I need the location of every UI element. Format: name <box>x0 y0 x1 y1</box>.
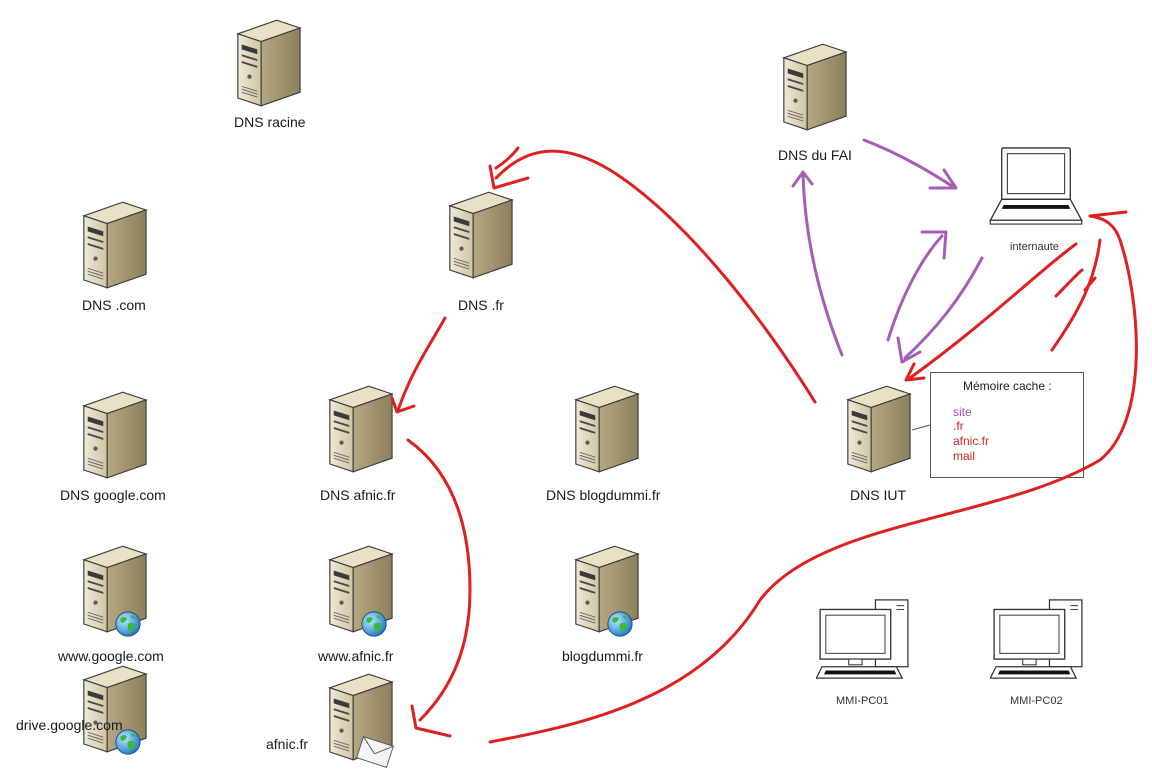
red-arrow-fr-to-afnic <box>396 316 447 412</box>
mmi-pc02-label: MMI-PC02 <box>1010 695 1063 707</box>
dns-iut-server-icon <box>842 384 912 474</box>
dns-iut-label: DNS IUT <box>850 487 906 503</box>
globe-icon <box>606 610 634 638</box>
dns-blogdummi-server-icon <box>570 384 640 474</box>
cache-item: .fr <box>953 419 964 433</box>
internaute-label: internaute <box>1010 241 1059 253</box>
globe-icon <box>114 610 142 638</box>
purple-arrow-iut-to-fai <box>801 173 844 357</box>
desktop-computer-icon <box>990 598 1086 682</box>
cache-title: Mémoire cache : <box>963 379 1052 393</box>
dns-fr-label: DNS .fr <box>458 297 504 313</box>
afnic-mail-label: afnic.fr <box>266 736 309 752</box>
dns-fr-server-icon <box>444 190 514 280</box>
dns-com-server-icon <box>78 200 148 290</box>
www-google-label: www.google.com <box>58 648 164 664</box>
dns-com-label: DNS .com <box>82 297 146 313</box>
drive-google-label: drive.google.com <box>16 717 123 733</box>
dns-afnic-server-icon <box>324 384 394 474</box>
dns-google-server-icon <box>78 390 148 480</box>
dns-blogdummi-label: DNS blogdummi.fr <box>546 487 661 503</box>
cache-item: mail <box>953 449 976 463</box>
cache-memory-box: Mémoire cache : site .fr afnic.fr mail <box>930 372 1084 478</box>
dns-afnic-label: DNS afnic.fr <box>320 487 396 503</box>
red-arrow-afnic-to-mail <box>406 438 472 722</box>
www-afnic-label: www.afnic.fr <box>318 648 394 664</box>
blogdummi-label: blogdummi.fr <box>562 648 643 664</box>
laptop-icon <box>988 146 1084 226</box>
purple-arrow-internaute-to-iut <box>903 256 984 360</box>
dns-fai-label: DNS du FAI <box>778 147 852 163</box>
mmi-pc01-label: MMI-PC01 <box>836 695 889 707</box>
purple-arrow-fai-to-internaute <box>862 138 957 190</box>
dns-racine-server-icon <box>232 18 302 108</box>
cache-item: site <box>953 405 972 419</box>
globe-icon <box>360 610 388 638</box>
dns-google-label: DNS google.com <box>60 487 166 503</box>
dns-racine-label: DNS racine <box>234 114 306 130</box>
cache-item: afnic.fr <box>953 434 990 448</box>
purple-arrow-iut-to-internaute <box>886 234 944 342</box>
red-arrow-internaute-to-iut <box>908 242 1078 380</box>
desktop-computer-icon <box>816 598 912 682</box>
red-arrow-iut-to-internaute <box>1050 238 1102 352</box>
red-arrow-iut-to-fr <box>494 149 817 404</box>
dns-fai-server-icon <box>778 42 848 132</box>
